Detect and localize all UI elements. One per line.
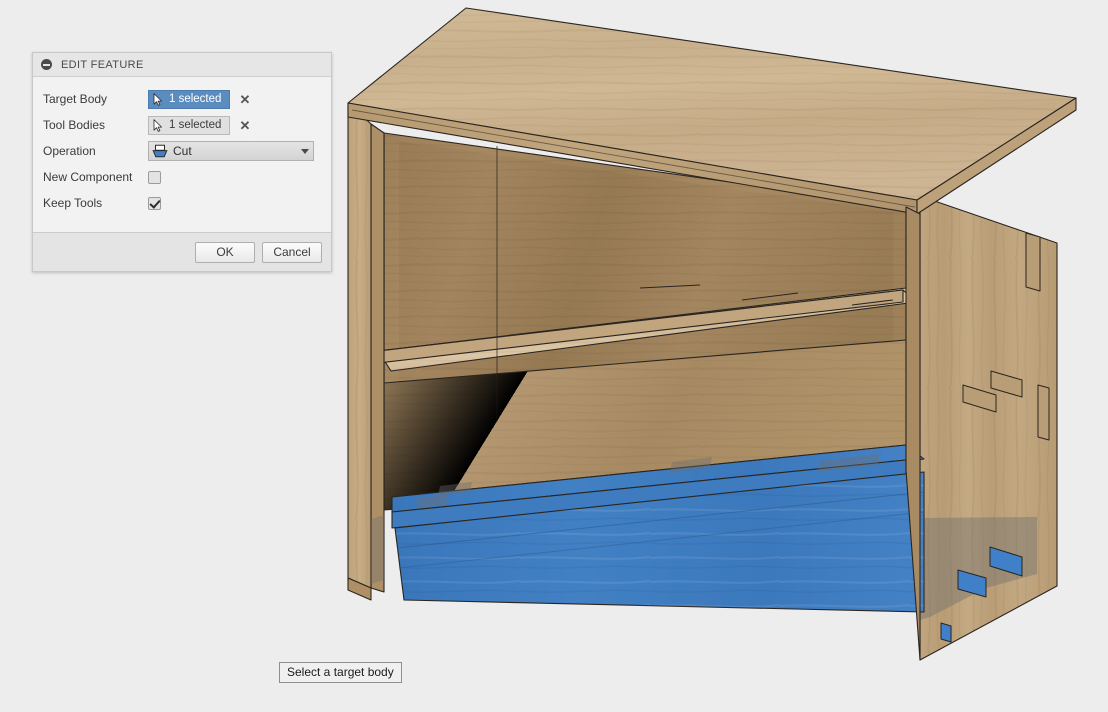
operation-control: Cut (148, 141, 321, 161)
keep-tools-label: Keep Tools (43, 196, 148, 210)
field-row-target-body: Target Body 1 selected ✕ (33, 86, 331, 112)
tool-bodies-label: Tool Bodies (43, 118, 148, 132)
ok-button[interactable]: OK (195, 242, 255, 263)
field-row-tool-bodies: Tool Bodies 1 selected ✕ (33, 112, 331, 138)
field-row-keep-tools: Keep Tools (33, 190, 331, 216)
cancel-button[interactable]: Cancel (262, 242, 322, 263)
new-component-checkbox[interactable] (148, 171, 161, 184)
cut-operation-icon (152, 144, 168, 158)
collapse-circle-icon[interactable] (41, 59, 52, 70)
dialog-body: Target Body 1 selected ✕ Tool Bodies (33, 77, 331, 232)
target-body-control: 1 selected ✕ (148, 90, 321, 109)
dialog-footer: OK Cancel (33, 232, 331, 271)
new-component-label: New Component (43, 170, 148, 184)
keep-tools-checkbox[interactable] (148, 197, 161, 210)
tool-bodies-control: 1 selected ✕ (148, 116, 321, 135)
dialog-header[interactable]: EDIT FEATURE (33, 53, 331, 77)
arrow-cursor-icon (153, 93, 164, 106)
operation-dropdown[interactable]: Cut (148, 141, 314, 161)
arrow-cursor-icon (153, 119, 164, 132)
target-body-value: 1 selected (169, 93, 221, 105)
target-body-selection-button[interactable]: 1 selected (148, 90, 230, 109)
tool-bodies-value: 1 selected (169, 119, 221, 131)
target-body-label: Target Body (43, 92, 148, 106)
edit-feature-dialog[interactable]: EDIT FEATURE Target Body 1 selected ✕ To… (32, 52, 332, 272)
target-body-clear-button[interactable]: ✕ (239, 93, 250, 106)
right-side-panel (920, 196, 1057, 660)
status-tooltip: Select a target body (279, 662, 402, 683)
chevron-down-icon[interactable] (301, 149, 309, 154)
new-component-control (148, 171, 321, 184)
tool-bodies-clear-button[interactable]: ✕ (239, 119, 250, 132)
dialog-title: EDIT FEATURE (61, 59, 144, 71)
keep-tools-control (148, 197, 321, 210)
operation-label: Operation (43, 144, 148, 158)
operation-value: Cut (173, 144, 301, 158)
tool-bodies-selection-button[interactable]: 1 selected (148, 116, 230, 135)
left-side-panel (348, 103, 384, 600)
field-row-new-component: New Component (33, 164, 331, 190)
field-row-operation: Operation Cut (33, 138, 331, 164)
